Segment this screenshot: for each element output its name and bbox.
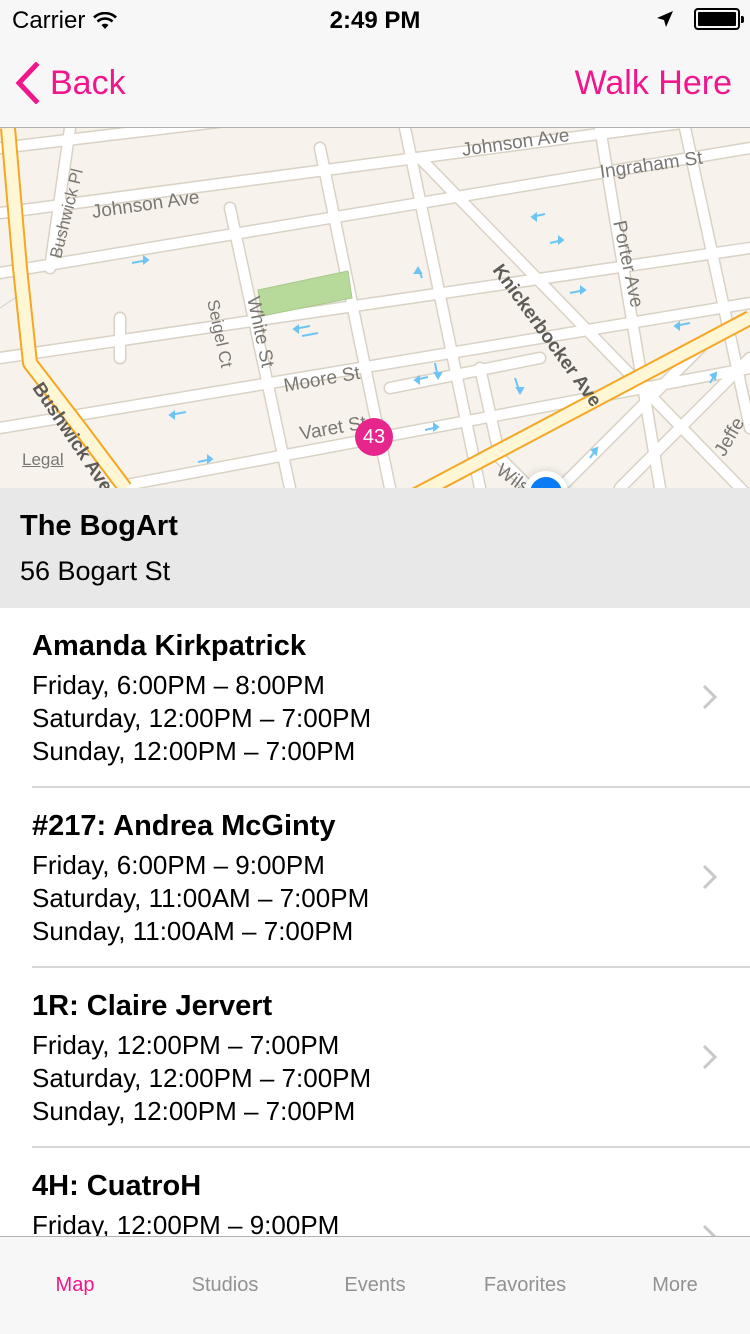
- back-label: Back: [50, 63, 126, 102]
- studio-hours: Sunday, 12:00PM – 7:00PM: [32, 736, 356, 766]
- navigation-bar: Back Walk Here: [0, 40, 750, 128]
- studio-row[interactable]: 4H: CuatroH Friday, 12:00PM – 9:00PM: [0, 1148, 750, 1238]
- venue-name: The BogArt: [20, 510, 178, 542]
- studio-row[interactable]: 1R: Claire Jervert Friday, 12:00PM – 7:0…: [0, 968, 750, 1148]
- studio-title: 4H: CuatroH: [32, 1170, 202, 1202]
- venue-header: The BogArt 56 Bogart St: [0, 488, 750, 608]
- studio-hours: Friday, 12:00PM – 9:00PM: [32, 1210, 340, 1238]
- tab-bar: Map Studios Events Favorites More: [0, 1236, 750, 1334]
- studio-row[interactable]: #217: Andrea McGinty Friday, 6:00PM – 9:…: [0, 788, 750, 968]
- tab-map[interactable]: Map: [0, 1237, 150, 1334]
- studio-hours: Saturday, 12:00PM – 7:00PM: [32, 703, 372, 733]
- chevron-right-icon: [702, 864, 718, 890]
- chevron-left-icon: [15, 62, 40, 104]
- map-view[interactable]: Johnson Ave Johnson Ave Ingraham St Bush…: [0, 128, 750, 488]
- studio-hours: Sunday, 12:00PM – 7:00PM: [32, 1096, 356, 1126]
- studio-hours: Friday, 6:00PM – 9:00PM: [32, 850, 325, 880]
- battery-icon: [694, 8, 744, 30]
- tab-favorites[interactable]: Favorites: [450, 1237, 600, 1334]
- studio-hours: Sunday, 11:00AM – 7:00PM: [32, 916, 354, 946]
- studio-row[interactable]: Amanda Kirkpatrick Friday, 6:00PM – 8:00…: [0, 608, 750, 788]
- studio-title: 1R: Claire Jervert: [32, 990, 273, 1022]
- status-bar: Carrier 2:49 PM: [0, 0, 750, 40]
- studio-hours: Friday, 12:00PM – 7:00PM: [32, 1030, 340, 1060]
- chevron-right-icon: [702, 1044, 718, 1070]
- walk-here-button[interactable]: Walk Here: [575, 64, 732, 103]
- studio-hours: Saturday, 12:00PM – 7:00PM: [32, 1063, 372, 1093]
- tab-events[interactable]: Events: [300, 1237, 450, 1334]
- tab-studios[interactable]: Studios: [150, 1237, 300, 1334]
- status-time: 2:49 PM: [329, 7, 421, 34]
- location-arrow-icon: [657, 11, 673, 27]
- tab-more[interactable]: More: [600, 1237, 750, 1334]
- studio-title: #217: Andrea McGinty: [32, 810, 336, 842]
- back-button[interactable]: Back: [14, 62, 126, 104]
- studio-hours: Saturday, 11:00AM – 7:00PM: [32, 883, 370, 913]
- studio-title: Amanda Kirkpatrick: [32, 630, 306, 662]
- studio-hours: Friday, 6:00PM – 8:00PM: [32, 670, 325, 700]
- legal-link[interactable]: Legal: [22, 450, 64, 470]
- studio-list[interactable]: Amanda Kirkpatrick Friday, 6:00PM – 8:00…: [0, 608, 750, 1238]
- map-pin-cluster[interactable]: 43: [355, 418, 393, 456]
- chevron-right-icon: [702, 684, 718, 710]
- venue-address: 56 Bogart St: [20, 556, 171, 586]
